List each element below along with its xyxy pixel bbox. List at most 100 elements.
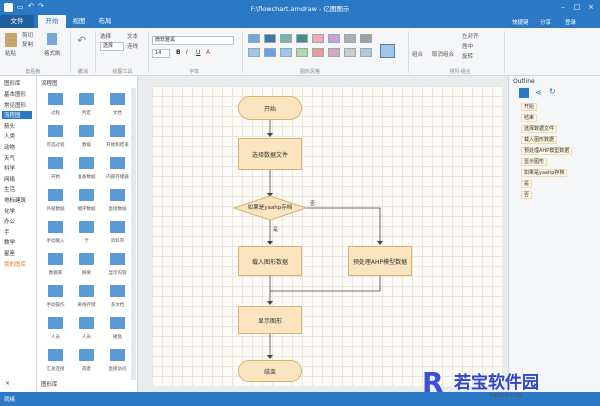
flow-preprocess[interactable]: 预处理AHP模型数据: [348, 246, 412, 276]
shape-item[interactable]: 多文档: [101, 280, 134, 314]
category-item[interactable]: 天气: [4, 154, 15, 162]
menu-view[interactable]: 视图: [66, 15, 92, 28]
shape-item[interactable]: 顺序数据: [70, 184, 103, 218]
group-button[interactable]: 组合: [412, 50, 423, 58]
category-item[interactable]: 化学: [4, 207, 15, 215]
category-item[interactable]: 星座: [4, 249, 15, 257]
close-icon[interactable]: ×: [584, 2, 598, 13]
shape-item[interactable]: 摘要: [70, 248, 103, 282]
category-item[interactable]: 流程图: [2, 111, 32, 120]
library-tab[interactable]: 图形库: [41, 380, 58, 388]
category-item[interactable]: 基本图形: [4, 90, 26, 98]
style-swatch[interactable]: [312, 34, 324, 43]
style-swatch[interactable]: [296, 48, 308, 57]
flow-end[interactable]: 结束: [238, 360, 302, 382]
drawing-canvas[interactable]: 开始 选择数据文件 如果是yaahp存档 否 是 载入图形数据 预处理AHP模型…: [138, 76, 508, 392]
font-color-icon[interactable]: A: [206, 49, 210, 56]
shape-item[interactable]: 人员: [39, 312, 72, 346]
outline-item[interactable]: 显示图形: [521, 158, 548, 166]
outline-item[interactable]: 选择数据文件: [521, 125, 558, 133]
format-painter-button[interactable]: 格式刷: [44, 49, 61, 57]
share-link[interactable]: 分享: [540, 18, 551, 26]
shape-item[interactable]: 或者: [70, 344, 103, 378]
shape-item[interactable]: 显示内容: [101, 248, 134, 282]
category-item[interactable]: 数学: [4, 238, 15, 246]
minimize-icon[interactable]: –: [556, 2, 570, 13]
select-dropdown[interactable]: 选择: [100, 42, 124, 51]
shape-item[interactable]: 判定: [70, 88, 103, 122]
outline-share-icon[interactable]: ⋖: [535, 88, 542, 97]
menu-home[interactable]: 开始: [38, 15, 66, 28]
category-item[interactable]: 动物: [4, 143, 15, 151]
style-swatch[interactable]: [344, 48, 356, 57]
outline-item[interactable]: 否: [521, 191, 533, 199]
category-item[interactable]: 地标建筑: [4, 196, 26, 204]
category-item[interactable]: 人类: [4, 132, 15, 140]
close-library-icon[interactable]: ×: [5, 380, 10, 387]
style-swatch[interactable]: [328, 34, 340, 43]
style-swatch[interactable]: [328, 48, 340, 57]
shape-item[interactable]: 内部存储器: [101, 152, 134, 186]
shape-item[interactable]: 过程: [39, 88, 72, 122]
outline-item[interactable]: 开始: [521, 103, 538, 111]
outline-item[interactable]: 结束: [521, 114, 538, 122]
bold-icon[interactable]: B: [176, 49, 181, 56]
flow-load-data[interactable]: 载入图形数据: [238, 246, 302, 276]
style-swatch[interactable]: [312, 48, 324, 57]
category-item[interactable]: 生活: [4, 185, 15, 193]
fill-style-icon[interactable]: [380, 44, 395, 58]
shape-item[interactable]: 准备数据: [70, 152, 103, 186]
style-swatch[interactable]: [248, 48, 260, 57]
rotate-button[interactable]: 旋转: [462, 52, 473, 60]
font-size-select[interactable]: 14: [152, 49, 170, 58]
style-swatch[interactable]: [264, 48, 276, 57]
select-tool-button[interactable]: 选择: [100, 32, 111, 40]
feedback-link[interactable]: 快捷键: [512, 18, 529, 26]
copy-button[interactable]: 复制: [22, 40, 33, 48]
shape-item[interactable]: 手动输入: [39, 216, 72, 250]
shape-item[interactable]: 手动操作: [39, 280, 72, 314]
style-swatch[interactable]: [344, 34, 356, 43]
flow-select-file[interactable]: 选择数据文件: [238, 138, 302, 170]
shape-item[interactable]: 汇总连接: [39, 344, 72, 378]
flow-show-graph[interactable]: 显示图形: [238, 306, 302, 334]
outline-item[interactable]: 是: [521, 180, 533, 188]
category-item[interactable]: 科学: [4, 164, 15, 172]
outline-item[interactable]: 预处理AHP模型数据: [521, 147, 573, 155]
shape-item[interactable]: 直接访问: [101, 344, 134, 378]
drawing-page[interactable]: 开始 选择数据文件 如果是yaahp存档 否 是 载入图形数据 预处理AHP模型…: [152, 86, 502, 386]
category-item[interactable]: 常见图形: [4, 101, 26, 109]
shape-item[interactable]: 直接数据: [101, 184, 134, 218]
category-item[interactable]: 办公: [4, 217, 15, 225]
menu-layout[interactable]: 布局: [92, 15, 118, 28]
style-swatch[interactable]: [360, 48, 372, 57]
underline-icon[interactable]: U: [196, 49, 200, 56]
shape-item[interactable]: 磁盘: [101, 312, 134, 346]
style-swatch[interactable]: [248, 34, 260, 43]
category-item[interactable]: 箭头: [4, 122, 15, 130]
style-swatch[interactable]: [296, 34, 308, 43]
shape-item[interactable]: 卡: [70, 216, 103, 250]
distribute-button[interactable]: 居中: [462, 42, 473, 50]
shape-item[interactable]: 数据库: [39, 248, 72, 282]
font-family-select[interactable]: 微软雅黑: [152, 36, 234, 45]
style-swatch[interactable]: [264, 34, 276, 43]
align-button[interactable]: 左对齐: [462, 32, 479, 40]
shape-item[interactable]: 文档: [101, 88, 134, 122]
shape-item[interactable]: 可选过程: [39, 120, 72, 154]
connector-tool-button[interactable]: 连线: [127, 42, 138, 50]
flow-start[interactable]: 开始: [238, 96, 302, 120]
style-swatch[interactable]: [280, 34, 292, 43]
shape-item[interactable]: 数据: [70, 120, 103, 154]
ungroup-button[interactable]: 取消组合: [432, 50, 454, 58]
category-item[interactable]: 手: [4, 228, 10, 236]
text-tool-button[interactable]: 文本: [127, 32, 138, 40]
shape-item[interactable]: 人员: [70, 312, 103, 346]
scrollbar[interactable]: [131, 88, 136, 380]
cut-button[interactable]: 剪切: [22, 31, 33, 39]
outline-view-icon[interactable]: [519, 88, 529, 98]
shape-item[interactable]: 外部数据: [39, 184, 72, 218]
paste-button[interactable]: 粘贴: [5, 49, 16, 57]
shape-item[interactable]: 开始: [39, 152, 72, 186]
italic-icon[interactable]: I: [186, 49, 188, 56]
